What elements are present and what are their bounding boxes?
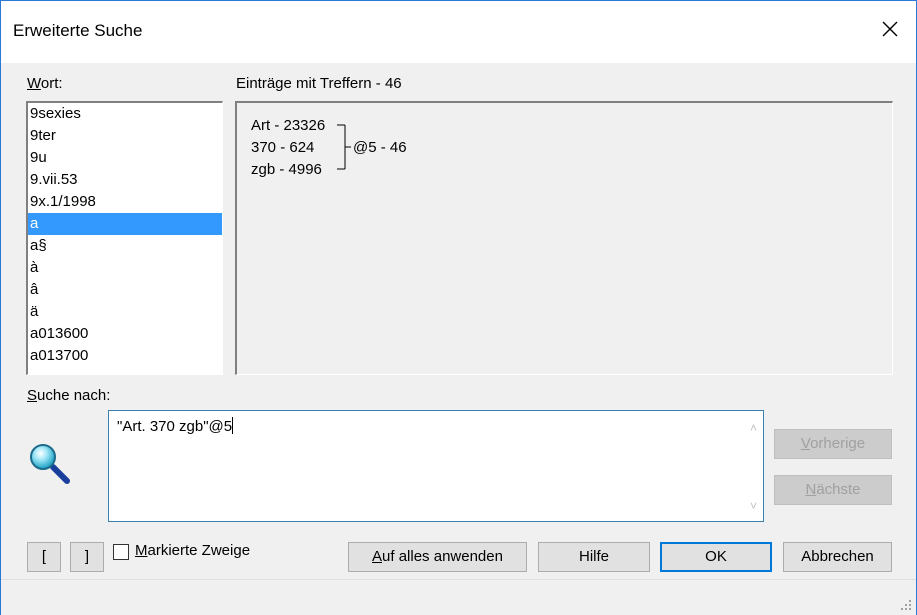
word-list-label: Wort: bbox=[27, 75, 63, 92]
word-list-item[interactable]: a013700 bbox=[28, 345, 222, 367]
next-button[interactable]: Nächste bbox=[774, 475, 892, 505]
search-label: Suche nach: bbox=[27, 387, 111, 404]
bracket-connector bbox=[337, 124, 351, 170]
result-line: Art - 23326 bbox=[251, 117, 326, 134]
status-bar bbox=[1, 579, 916, 615]
search-query-text: "Art. 370 zgb"@5 bbox=[117, 418, 233, 435]
results-panel: Art - 23326 370 - 624 zgb - 4996 @5 - 46 bbox=[235, 101, 893, 375]
word-list-item[interactable]: 9.vii.53 bbox=[28, 169, 222, 191]
cancel-button[interactable]: Abbrechen bbox=[783, 542, 892, 572]
word-list-item[interactable]: â bbox=[28, 279, 222, 301]
combined-result: @5 - 46 bbox=[353, 139, 407, 156]
word-list-item[interactable]: a§ bbox=[28, 235, 222, 257]
dialog-window: Erweiterte Suche Wort: Einträge mit Tref… bbox=[0, 0, 917, 615]
previous-button[interactable]: Vorherige bbox=[774, 429, 892, 459]
title-bar: Erweiterte Suche bbox=[1, 1, 916, 63]
close-icon[interactable] bbox=[876, 15, 904, 43]
apply-all-button[interactable]: Auf alles anwenden bbox=[348, 542, 527, 572]
word-list-item[interactable]: ä bbox=[28, 301, 222, 323]
word-list-item[interactable]: a bbox=[28, 213, 222, 235]
word-list-item[interactable]: 9sexies bbox=[28, 103, 222, 125]
result-line: 370 - 624 bbox=[251, 139, 315, 156]
marked-branches-label[interactable]: Markierte Zweige bbox=[135, 542, 250, 559]
results-label: Einträge mit Treffern - 46 bbox=[236, 75, 402, 92]
bracket-open-button[interactable]: [ bbox=[27, 542, 61, 572]
magnifier-icon bbox=[30, 444, 70, 484]
word-list-item[interactable]: a013600 bbox=[28, 323, 222, 345]
word-list-item[interactable]: 9u bbox=[28, 147, 222, 169]
resize-grip-icon[interactable] bbox=[900, 599, 912, 611]
scroll-up-icon[interactable]: ˄ bbox=[750, 421, 757, 435]
result-line: zgb - 4996 bbox=[251, 161, 322, 178]
ok-button[interactable]: OK bbox=[660, 542, 772, 572]
word-list-item[interactable]: 9x.1/1998 bbox=[28, 191, 222, 213]
scroll-down-icon[interactable]: ˅ bbox=[750, 499, 757, 513]
word-list-item[interactable]: à bbox=[28, 257, 222, 279]
word-list-item[interactable]: 9ter bbox=[28, 125, 222, 147]
results-tree: Art - 23326 370 - 624 zgb - 4996 bbox=[251, 115, 325, 181]
marked-branches-checkbox[interactable] bbox=[113, 544, 129, 560]
word-listbox[interactable]: 9sexies 9ter 9u 9.vii.53 9x.1/1998 a a§ à â ä a013… bbox=[26, 101, 223, 375]
help-button[interactable]: Hilfe bbox=[538, 542, 650, 572]
window-title: Erweiterte Suche bbox=[13, 21, 143, 40]
search-query-input[interactable]: "Art. 370 zgb"@5 ˄ ˅ bbox=[108, 410, 764, 522]
bracket-close-button[interactable]: ] bbox=[70, 542, 104, 572]
